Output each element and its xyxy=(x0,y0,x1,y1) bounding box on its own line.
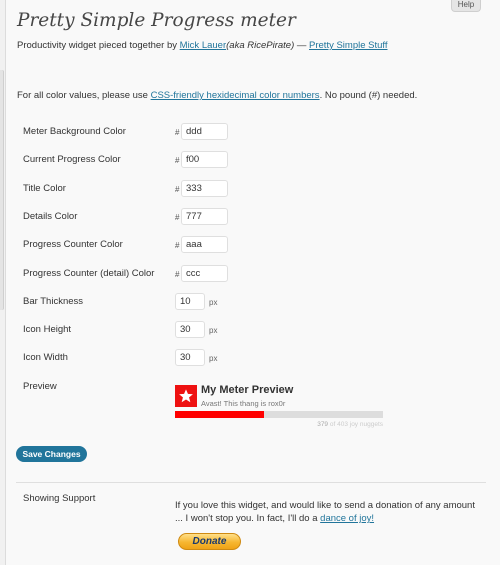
intro-suffix: . No pound (#) needed. xyxy=(319,90,418,101)
icon-width-input[interactable] xyxy=(175,349,205,366)
site-link[interactable]: Pretty Simple Stuff xyxy=(309,40,388,51)
px-unit: px xyxy=(209,326,218,335)
row-meter-bg: Meter Background Color # xyxy=(23,123,493,143)
details-color-label: Details Color xyxy=(23,211,78,222)
current-progress-input[interactable] xyxy=(181,151,228,168)
row-icon-width: Icon Width px xyxy=(23,349,493,369)
row-title-color: Title Color # xyxy=(23,180,493,200)
subtitle-separator: — xyxy=(294,40,310,51)
counter-color-input[interactable] xyxy=(181,236,228,253)
row-bar-thickness: Bar Thickness px xyxy=(23,293,493,313)
author-alias: (aka RicePirate) xyxy=(226,40,295,51)
hash-prefix: # xyxy=(175,241,180,250)
hash-prefix: # xyxy=(175,185,180,194)
px-unit: px xyxy=(209,354,218,363)
hash-prefix: # xyxy=(175,213,180,222)
counter-detail-color-input[interactable] xyxy=(181,265,228,282)
showing-support-label: Showing Support xyxy=(23,493,96,504)
subtitle-prefix: Productivity widget pieced together by xyxy=(17,40,180,51)
counter-number: 379 xyxy=(317,421,329,428)
progress-track xyxy=(175,411,383,418)
meter-bg-label: Meter Background Color xyxy=(23,126,126,137)
title-color-label: Title Color xyxy=(23,183,66,194)
star-icon xyxy=(175,385,197,407)
admin-menu-collapse-tab[interactable] xyxy=(0,70,4,310)
donate-button[interactable]: Donate xyxy=(178,533,241,550)
dance-of-joy-link[interactable]: dance of joy! xyxy=(320,513,374,524)
icon-height-label: Icon Height xyxy=(23,324,72,335)
section-divider xyxy=(16,482,486,483)
progress-fill xyxy=(175,411,265,418)
row-details-color: Details Color # xyxy=(23,208,493,228)
hash-prefix: # xyxy=(175,270,180,279)
support-text: If you love this widget, and would like … xyxy=(175,499,485,525)
bar-thickness-input[interactable] xyxy=(175,293,205,310)
counter-detail-color-label: Progress Counter (detail) Color xyxy=(23,268,155,279)
icon-width-label: Icon Width xyxy=(23,352,68,363)
counter-detail: of 403 joy nuggets xyxy=(329,421,383,428)
author-link[interactable]: Mick Lauer xyxy=(180,40,226,51)
help-tab[interactable]: Help xyxy=(451,0,481,12)
icon-height-input[interactable] xyxy=(175,321,205,338)
subtitle: Productivity widget pieced together by M… xyxy=(17,40,388,51)
row-icon-height: Icon Height px xyxy=(23,321,493,341)
save-changes-button[interactable]: Save Changes xyxy=(16,446,87,462)
meter-bg-input[interactable] xyxy=(181,123,228,140)
meter-preview: My Meter Preview Avast! This thang is ro… xyxy=(175,384,383,430)
preview-title: My Meter Preview xyxy=(201,384,294,396)
row-counter-detail-color: Progress Counter (detail) Color # xyxy=(23,265,493,285)
hex-colors-link[interactable]: CSS-friendly hexidecimal color numbers xyxy=(151,90,320,101)
bar-thickness-label: Bar Thickness xyxy=(23,296,84,307)
progress-counter: 379 of 403 joy nuggets xyxy=(317,421,383,428)
title-color-input[interactable] xyxy=(181,180,228,197)
details-color-input[interactable] xyxy=(181,208,228,225)
counter-color-label: Progress Counter Color xyxy=(23,239,123,250)
page-title: Pretty Simple Progress meter xyxy=(17,10,296,31)
preview-label: Preview xyxy=(23,381,57,392)
row-current-progress: Current Progress Color # xyxy=(23,151,493,171)
intro-prefix: For all color values, please use xyxy=(17,90,151,101)
intro-text: For all color values, please use CSS-fri… xyxy=(17,90,417,101)
hash-prefix: # xyxy=(175,128,180,137)
row-counter-color: Progress Counter Color # xyxy=(23,236,493,256)
px-unit: px xyxy=(209,298,218,307)
current-progress-label: Current Progress Color xyxy=(23,154,121,165)
preview-details: Avast! This thang is rox0r xyxy=(201,399,286,408)
hash-prefix: # xyxy=(175,156,180,165)
